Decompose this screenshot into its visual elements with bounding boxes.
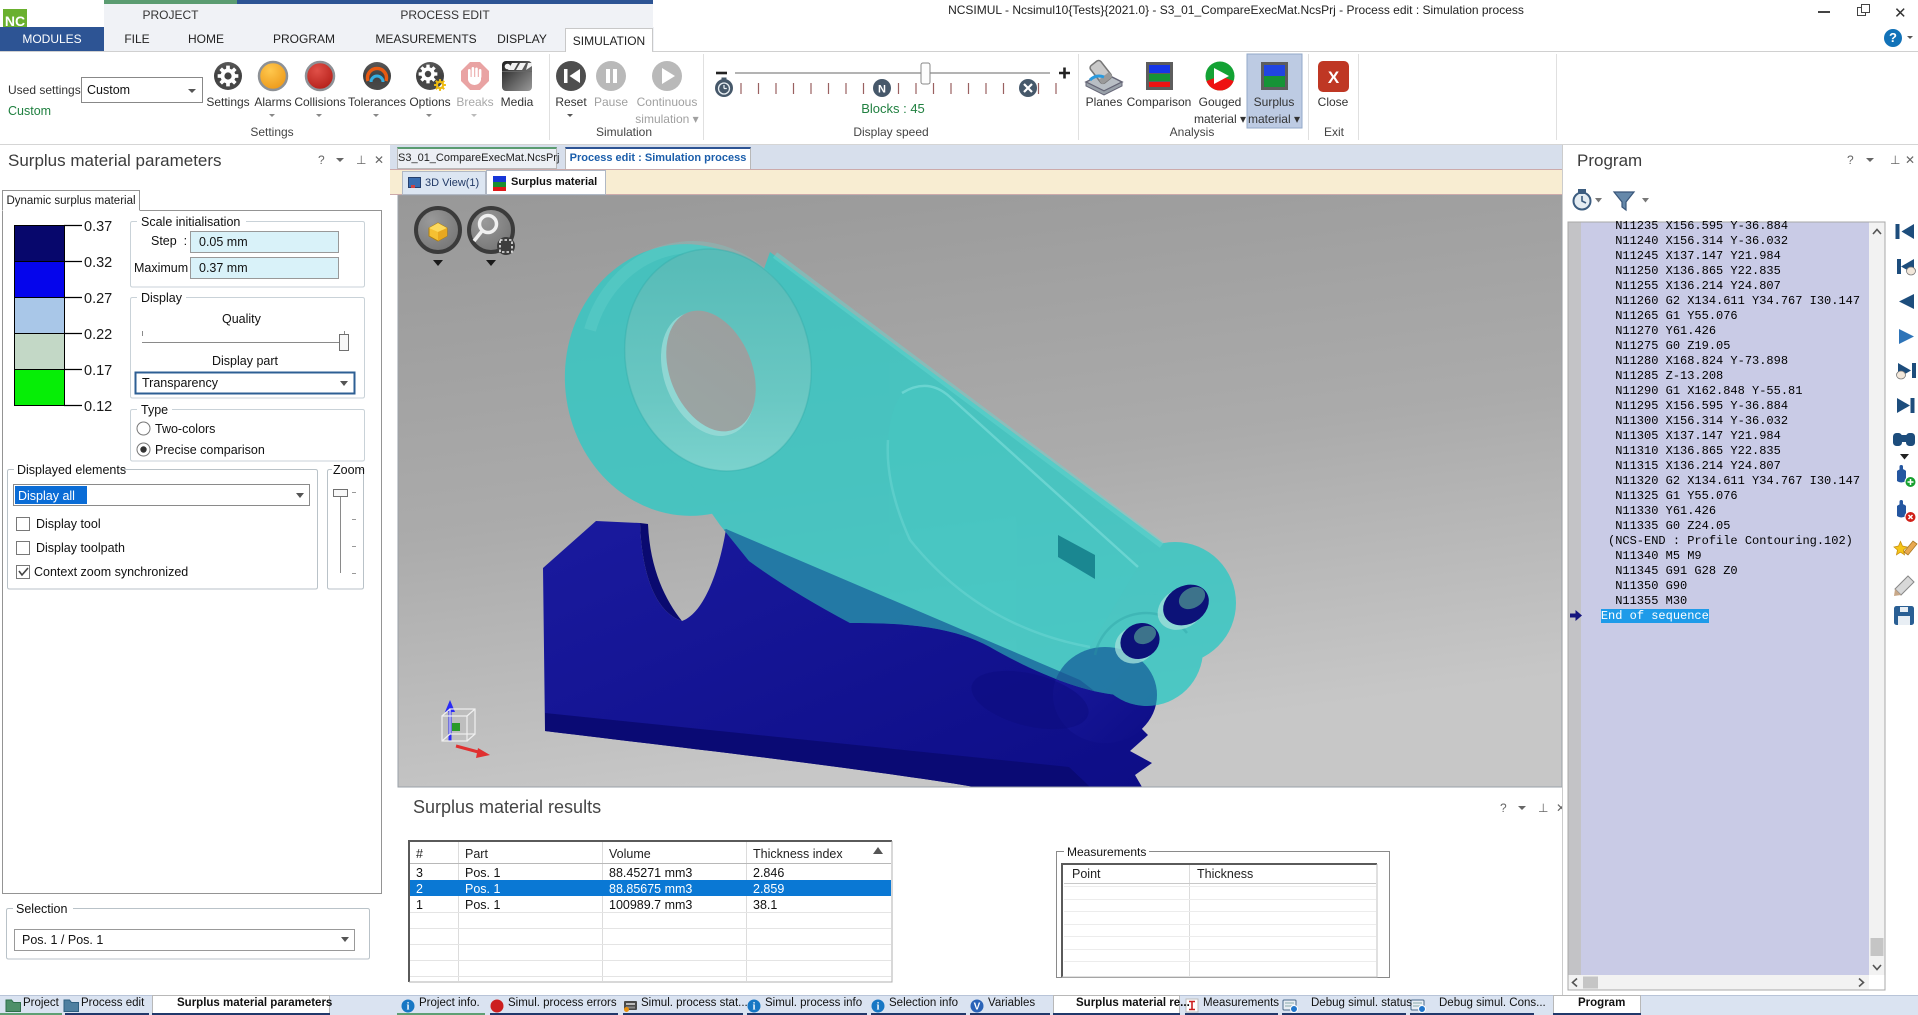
svg-text:0.17: 0.17 <box>84 363 112 379</box>
svg-text:Transparency: Transparency <box>142 376 219 390</box>
svg-text:i: i <box>753 1002 756 1013</box>
svg-text:Quality: Quality <box>222 312 262 326</box>
svg-text:Scale initialisation: Scale initialisation <box>141 215 240 229</box>
svg-text:0.32: 0.32 <box>84 255 112 271</box>
svg-text:Two-colors: Two-colors <box>155 422 215 436</box>
svg-text:Precise comparison: Precise comparison <box>155 443 265 457</box>
svg-text:N: N <box>878 84 886 96</box>
svg-text:Context zoom synchronized: Context zoom synchronized <box>34 565 188 579</box>
svg-text:Selection: Selection <box>16 902 67 916</box>
svg-text:Display all: Display all <box>18 489 75 503</box>
svg-text:Zoom: Zoom <box>333 463 365 477</box>
svg-text:Displayed elements: Displayed elements <box>17 463 126 477</box>
svg-text:Display: Display <box>141 291 183 305</box>
svg-text:0.05 mm: 0.05 mm <box>199 235 248 249</box>
svg-text:0.27: 0.27 <box>84 291 112 307</box>
svg-text:Display tool: Display tool <box>36 517 101 531</box>
svg-text:i: i <box>877 1002 880 1013</box>
svg-text:Type: Type <box>141 403 168 417</box>
svg-text:i: i <box>407 1002 410 1013</box>
svg-text:0.22: 0.22 <box>84 327 112 343</box>
svg-text:0.37: 0.37 <box>84 219 112 235</box>
svg-text:V: V <box>974 1002 981 1013</box>
svg-text:Step :: Step : <box>151 234 187 248</box>
svg-text:0.37 mm: 0.37 mm <box>199 261 248 275</box>
svg-text:Maximum: Maximum <box>134 261 188 275</box>
svg-text:Pos. 1 / Pos. 1: Pos. 1 / Pos. 1 <box>22 933 103 947</box>
svg-text:Point: Point <box>1072 867 1101 881</box>
svg-text:Thickness: Thickness <box>1197 867 1253 881</box>
svg-text:Display part: Display part <box>212 354 279 368</box>
svg-text:X: X <box>1328 68 1340 87</box>
svg-text:Display toolpath: Display toolpath <box>36 541 125 555</box>
svg-text:0.12: 0.12 <box>84 399 112 415</box>
